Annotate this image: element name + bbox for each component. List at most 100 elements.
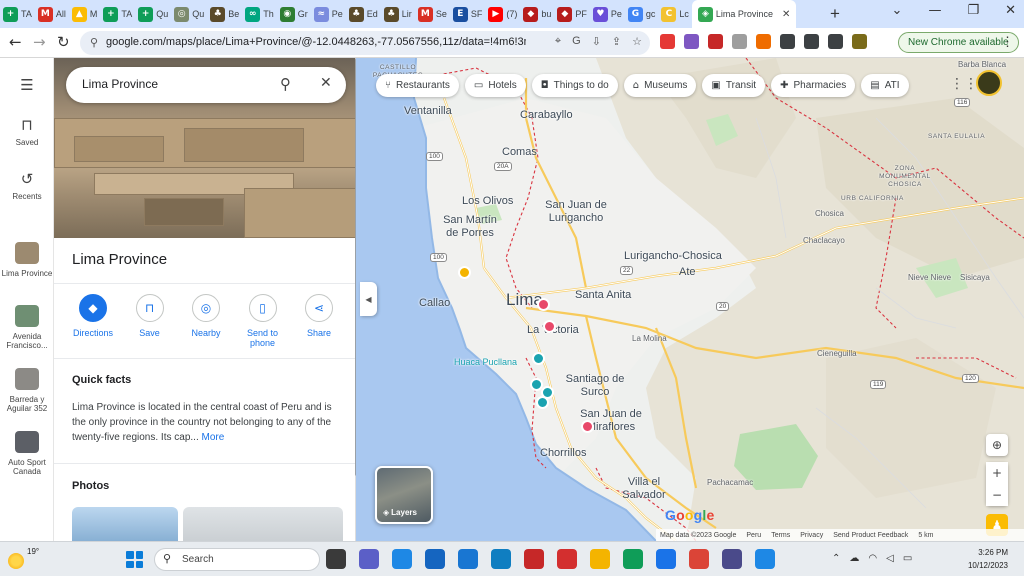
google-apps-icon[interactable]: ⋮⋮ <box>950 76 978 92</box>
weather-widget[interactable]: 19° <box>8 547 39 569</box>
category-chip[interactable]: ◘ Things to do <box>531 74 618 97</box>
taskbar-app-icon[interactable] <box>524 549 544 569</box>
browser-tab[interactable]: ◈ Lima Province ✕ <box>691 0 797 28</box>
attribution-item[interactable]: 5 km <box>918 532 933 539</box>
extension-icon[interactable] <box>852 34 867 49</box>
chevron-up-icon[interactable]: ⌃ <box>832 553 840 564</box>
reload-icon[interactable]: ↻ <box>57 33 70 51</box>
zoom-out-button[interactable]: − <box>986 484 1008 506</box>
extension-icon[interactable] <box>684 34 699 49</box>
start-button[interactable] <box>126 551 143 568</box>
taskbar-app-icon[interactable] <box>755 549 775 569</box>
museum-pin[interactable] <box>532 352 545 365</box>
browser-tab[interactable]: + TA <box>0 0 35 28</box>
saved-place-pin[interactable] <box>581 420 594 433</box>
account-avatar[interactable] <box>976 70 1002 96</box>
close-icon[interactable]: ✕ <box>320 75 332 91</box>
restore-button[interactable]: ❐ <box>967 3 979 18</box>
taskbar-app-icon[interactable] <box>722 549 742 569</box>
attribution-item[interactable]: Terms <box>771 532 790 539</box>
taskbar-app-icon[interactable] <box>425 549 445 569</box>
map-poi-label[interactable]: Huaca Pucllana <box>454 357 517 367</box>
attribution-item[interactable]: Peru <box>746 532 761 539</box>
forward-arrow-icon[interactable]: → <box>33 33 46 51</box>
layers-button[interactable]: ◈ Layers <box>375 466 433 524</box>
browser-tab[interactable]: Ggc <box>625 0 659 28</box>
browser-tab[interactable]: ◎ Qu <box>171 0 207 28</box>
taskbar-app-icon[interactable] <box>491 549 511 569</box>
saved-button[interactable]: ⊓ Saved <box>0 116 54 147</box>
photo-thumbnail[interactable] <box>72 507 178 541</box>
share-icon[interactable]: ⇪ <box>612 35 621 48</box>
browser-tab[interactable]: ≈ Pe <box>311 0 346 28</box>
browser-tab[interactable]: + TA <box>100 0 135 28</box>
back-arrow-icon[interactable]: ← <box>9 33 22 51</box>
speaker-icon[interactable]: ◁ <box>886 553 894 564</box>
minimize-button[interactable]: — <box>928 3 941 18</box>
category-chip[interactable]: ▭ Hotels <box>464 74 526 97</box>
site-info-icon[interactable]: ⚲ <box>90 36 98 49</box>
browser-tab[interactable]: ♣ Be <box>207 0 242 28</box>
address-bar[interactable]: ⚲ google.com/maps/place/Lima+Province/@-… <box>80 31 650 55</box>
extension-icon[interactable] <box>828 34 843 49</box>
search-input[interactable] <box>82 77 262 91</box>
tab-search-button[interactable]: ⌄ <box>892 3 903 18</box>
recent-place[interactable]: Barreda y Aguilar 352 <box>0 368 54 413</box>
menu-button[interactable]: ☰ <box>0 76 54 98</box>
battery-icon[interactable]: ▭ <box>903 553 912 564</box>
browser-tab[interactable]: ∞ Th <box>242 0 277 28</box>
browser-tab[interactable]: ◆ PF <box>554 0 590 28</box>
attribution-item[interactable]: Privacy <box>800 532 823 539</box>
new-tab-button[interactable]: + <box>830 4 840 24</box>
attribution-item[interactable]: Send Product Feedback <box>833 532 908 539</box>
browser-tab[interactable]: ▲ M <box>69 0 101 28</box>
taskbar-app-icon[interactable] <box>689 549 709 569</box>
taskbar-app-icon[interactable] <box>557 549 577 569</box>
saved-place-pin[interactable] <box>543 320 556 333</box>
install-icon[interactable]: ⇩ <box>592 35 601 48</box>
taskbar-app-icon[interactable] <box>326 549 346 569</box>
save-button[interactable]: ⊓ Save <box>123 294 177 348</box>
recent-place[interactable]: Lima Province <box>0 242 54 278</box>
browser-tab[interactable]: ◆ bu <box>520 0 554 28</box>
taskbar-app-icon[interactable] <box>458 549 478 569</box>
browser-tab[interactable]: M Se <box>415 0 450 28</box>
saved-place-pin[interactable] <box>537 298 550 311</box>
wifi-icon[interactable]: ◠ <box>868 553 877 564</box>
extension-icon[interactable] <box>660 34 675 49</box>
browser-tab[interactable]: E SF <box>450 0 486 28</box>
extension-icon[interactable] <box>756 34 771 49</box>
my-location-icon[interactable]: ⊕ <box>986 434 1008 456</box>
attraction-pin[interactable] <box>536 396 549 409</box>
search-icon[interactable]: ⚲ <box>280 75 291 93</box>
collapse-panel-button[interactable]: ◀ <box>360 282 377 316</box>
taskbar-app-icon[interactable] <box>590 549 610 569</box>
extension-icon[interactable] <box>732 34 747 49</box>
url-text[interactable]: google.com/maps/place/Lima+Province/@-12… <box>106 36 526 48</box>
recent-place[interactable]: Avenida Francisco... <box>0 305 54 350</box>
airport-pin[interactable] <box>458 266 471 279</box>
taskbar-app-icon[interactable] <box>392 549 412 569</box>
extension-icon[interactable] <box>708 34 723 49</box>
browser-tab[interactable]: ♣ Lir <box>381 0 415 28</box>
map-canvas[interactable]: Ventanilla Carabayllo Comas Los Olivos S… <box>356 58 1024 541</box>
extension-icon[interactable] <box>780 34 795 49</box>
category-chip[interactable]: ⑂ Restaurants <box>376 74 459 97</box>
photo-thumbnail[interactable] <box>183 507 343 541</box>
chrome-menu-icon[interactable]: ⋮ <box>1001 34 1014 50</box>
taskbar-app-icon[interactable] <box>359 549 379 569</box>
close-window-button[interactable]: ✕ <box>1005 3 1016 18</box>
recent-place[interactable]: Auto Sport Canada <box>0 431 54 476</box>
browser-tab[interactable]: ♣ Ed <box>346 0 381 28</box>
more-link[interactable]: More <box>202 432 225 443</box>
browser-tab[interactable]: ◉ Gr <box>277 0 311 28</box>
recents-button[interactable]: ↺ Recents <box>0 170 54 201</box>
google-lens-icon[interactable]: G <box>572 35 581 48</box>
nearby-button[interactable]: ◎ Nearby <box>179 294 233 348</box>
category-chip[interactable]: ▣ Transit <box>702 74 766 97</box>
clock[interactable]: 3:26 PM 10/12/2023 <box>960 546 1008 572</box>
category-chip[interactable]: ▤ ATI <box>861 74 909 97</box>
zoom-in-button[interactable]: + <box>986 462 1008 484</box>
browser-tab[interactable]: C Lc <box>658 0 692 28</box>
cloud-icon[interactable]: ☁ <box>849 553 859 564</box>
